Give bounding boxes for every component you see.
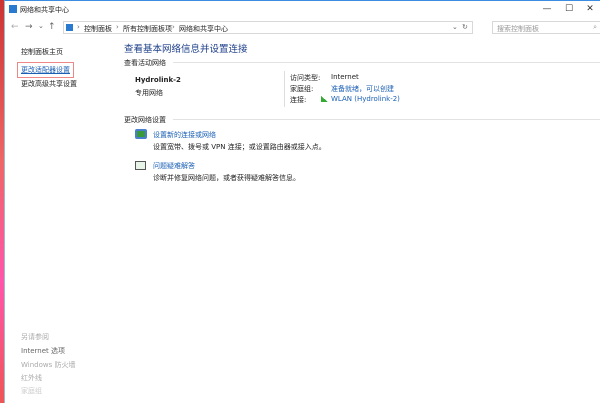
up-button[interactable]: ↑ xyxy=(48,22,56,32)
divider xyxy=(173,62,600,63)
divider xyxy=(173,119,600,120)
setup-connection-desc: 设置宽带、拨号或 VPN 连接；或设置路由器或接入点。 xyxy=(153,143,326,151)
troubleshoot-link[interactable]: 问题疑难解答 xyxy=(153,161,195,171)
connection-label: 连接: xyxy=(290,96,307,104)
separator: › xyxy=(116,23,119,31)
see-also-homegroup[interactable]: 家庭组 xyxy=(21,386,42,396)
breadcrumb-all-items[interactable]: 所有控制面板项 xyxy=(123,24,172,34)
active-networks-heading: 查看活动网络 xyxy=(124,59,166,67)
separator: › xyxy=(172,23,175,31)
homegroup-link[interactable]: 准备就绪，可以创建 xyxy=(331,84,394,94)
back-button[interactable]: ← xyxy=(11,22,19,32)
see-also-infrared[interactable]: 红外线 xyxy=(21,373,42,383)
page-title: 查看基本网络信息并设置连接 xyxy=(124,44,248,55)
network-center-icon xyxy=(9,5,17,13)
close-button[interactable]: ✕ xyxy=(580,4,600,14)
see-also-internet-options[interactable]: Internet 选项 xyxy=(21,346,65,356)
setup-connection-link[interactable]: 设置新的连接或网络 xyxy=(153,130,216,140)
sidebar-item-home[interactable]: 控制面板主页 xyxy=(21,47,63,57)
window: 网络和共享中心 — ☐ ✕ ← → ⌄ ↑ › 控制面板 › 所有控制面板项 ›… xyxy=(4,0,600,403)
network-name: Hydrolink-2 xyxy=(135,76,181,84)
search-placeholder: 搜索控制面板 xyxy=(497,25,539,33)
access-type-label: 访问类型: xyxy=(290,74,321,82)
access-type-value: Internet xyxy=(331,73,359,81)
divider xyxy=(284,71,285,107)
network-center-icon xyxy=(66,24,73,31)
refresh-button[interactable]: ↻ xyxy=(462,23,468,31)
troubleshoot-icon xyxy=(135,161,146,170)
minimize-button[interactable]: — xyxy=(537,4,557,14)
network-type[interactable]: 专用网络 xyxy=(135,88,163,98)
see-also-title: 另请参阅 xyxy=(21,333,49,341)
change-settings-heading: 更改网络设置 xyxy=(124,116,166,124)
breadcrumb-network-center[interactable]: 网络和共享中心 xyxy=(179,24,228,34)
maximize-button[interactable]: ☐ xyxy=(559,4,579,14)
address-dropdown[interactable]: ⌄ xyxy=(452,23,458,31)
window-title: 网络和共享中心 xyxy=(20,6,69,14)
wifi-signal-icon xyxy=(321,96,328,102)
wlan-connection-link[interactable]: WLAN (Hydrolink-2) xyxy=(331,95,400,103)
recent-dropdown[interactable]: ⌄ xyxy=(38,22,44,30)
address-bar[interactable]: › 控制面板 › 所有控制面板项 › 网络和共享中心 ⌄ ↻ xyxy=(63,21,473,34)
search-input[interactable]: 搜索控制面板 ⌕ xyxy=(492,21,600,34)
separator: › xyxy=(77,23,80,31)
breadcrumb-control-panel[interactable]: 控制面板 xyxy=(84,24,112,34)
homegroup-label: 家庭组: xyxy=(290,85,314,93)
sidebar-item-adapter-settings[interactable]: 更改适配器设置 xyxy=(17,62,74,78)
new-connection-icon xyxy=(135,129,147,139)
sidebar-item-advanced-sharing[interactable]: 更改高级共享设置 xyxy=(21,79,77,89)
troubleshoot-desc: 诊断并修复网络问题，或者获得疑难解答信息。 xyxy=(153,174,300,182)
forward-button[interactable]: → xyxy=(25,22,33,32)
search-icon[interactable]: ⌕ xyxy=(593,23,597,32)
see-also-firewall[interactable]: Windows 防火墙 xyxy=(21,360,75,370)
